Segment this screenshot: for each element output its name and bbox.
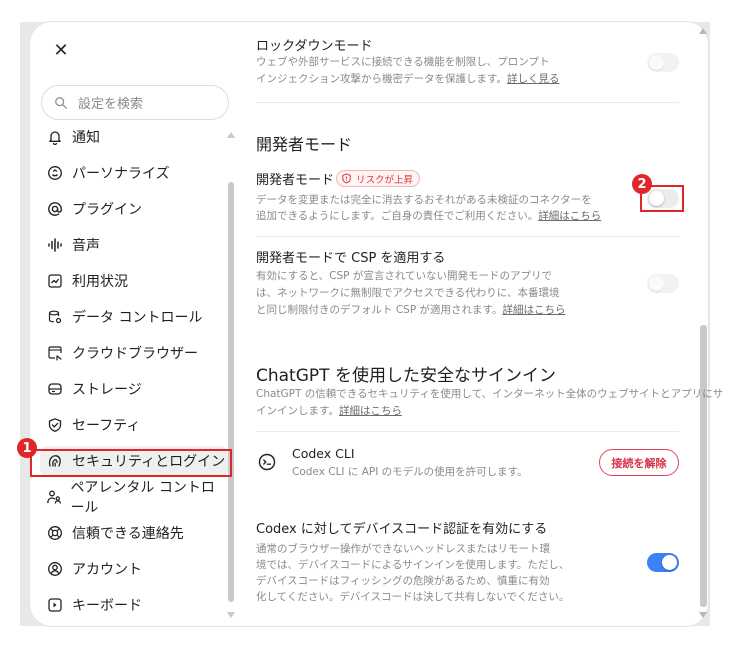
sidebar-item-label: 利用状況 <box>72 274 128 290</box>
sidebar-item-plugins[interactable]: プラグイン <box>40 194 228 224</box>
secure-signin-details-link[interactable]: 詳細はこちら <box>339 405 402 417</box>
sidebar-item-label: キーボード <box>72 598 142 614</box>
main-scroll-down-arrow[interactable] <box>699 612 707 618</box>
sidebar-item-label: アカウント <box>72 562 142 578</box>
divider <box>256 236 679 237</box>
sidebar-item-cloud-browser[interactable]: クラウドブラウザー <box>40 338 228 368</box>
dev-mode-desc-line2: 追加できるようにします。ご自身の責任でご利用ください。詳細はこちら <box>256 208 601 225</box>
device-code-desc-line1: 通常のブラウザー操作ができないヘッドレスまたはリモート環 <box>256 543 550 555</box>
dev-mode-desc-text: 追加できるようにします。ご自身の責任でご利用ください。 <box>256 210 539 222</box>
lockdown-toggle[interactable] <box>647 53 679 72</box>
annotation-badge-1: 1 <box>17 438 37 458</box>
toggle-knob <box>649 55 664 70</box>
secure-signin-desc-line2: インインします。詳細はこちら <box>256 403 402 420</box>
search-placeholder: 設定を検索 <box>78 97 144 112</box>
warning-shield-icon <box>341 173 352 184</box>
sidebar-item-parental-controls[interactable]: ペアレンタル コントロール <box>40 480 228 516</box>
codex-terminal-icon <box>258 453 276 471</box>
sidebar-item-label: 信頼できる連絡先 <box>72 526 184 542</box>
dev-csp-toggle[interactable] <box>647 274 679 293</box>
sidebar-item-trusted-contacts[interactable]: 信頼できる連絡先 <box>40 518 228 548</box>
divider <box>256 102 679 103</box>
storage-icon <box>46 380 64 398</box>
codex-cli-title: Codex CLI <box>292 446 355 461</box>
personalize-icon <box>46 164 64 182</box>
dev-csp-desc-text: と同じ制限付きのデフォルト CSP が適用されます。 <box>256 304 503 316</box>
dev-section-title: 開発者モード <box>256 135 353 154</box>
voice-icon <box>46 236 64 254</box>
data-control-icon <box>46 308 64 326</box>
sidebar-item-label: プラグイン <box>72 202 142 218</box>
search-input[interactable]: 設定を検索 <box>41 85 229 120</box>
sidebar-scroll-up-arrow[interactable] <box>227 132 235 138</box>
lockdown-desc-line2: インジェクション攻撃から機密データを保護します。詳しく見る <box>256 71 559 88</box>
sidebar-item-label: ストレージ <box>72 382 142 398</box>
sidebar-item-label: クラウドブラウザー <box>72 346 198 362</box>
dev-csp-desc-line3: と同じ制限付きのデフォルト CSP が適用されます。詳細はこちら <box>256 302 565 319</box>
sidebar-item-data-controls[interactable]: データ コントロール <box>40 302 228 332</box>
sidebar-item-label: 音声 <box>72 238 100 254</box>
sidebar-item-account[interactable]: アカウント <box>40 554 228 584</box>
account-icon <box>46 560 64 578</box>
dev-csp-desc-line2: は、ネットワークに無制限でアクセスできる代わりに、本番環境 <box>256 287 560 299</box>
close-button[interactable]: ✕ <box>52 42 70 60</box>
device-code-desc-line4: 化してください。デバイスコードは決して共有しないでください。 <box>256 591 570 603</box>
usage-chart-icon <box>46 272 64 290</box>
trusted-contact-icon <box>46 524 64 542</box>
dev-csp-desc-line1: 有効にすると、CSP が宣言されていない開発モードのアプリで <box>256 270 553 282</box>
sidebar-item-notifications[interactable]: 通知 <box>40 122 228 152</box>
dev-mode-desc-line1: データを変更または完全に消去するおそれがある未検証のコネクターを <box>256 194 592 206</box>
bell-icon <box>46 128 64 146</box>
secure-signin-title: ChatGPT を使用した安全なサインイン <box>256 366 556 386</box>
lockdown-learn-more-link[interactable]: 詳しく見る <box>507 73 560 85</box>
annotation-box-1 <box>30 449 232 477</box>
sidebar-item-storage[interactable]: ストレージ <box>40 374 228 404</box>
keyboard-icon <box>46 596 64 614</box>
shield-check-icon <box>46 416 64 434</box>
dev-mode-details-link[interactable]: 詳細はこちら <box>538 210 601 222</box>
risk-badge: リスクが上昇 <box>336 170 421 187</box>
lockdown-desc-line1: ウェブや外部サービスに接続できる機能を制限し、プロンプト <box>256 56 550 68</box>
main-scrollbar[interactable] <box>700 325 707 607</box>
dev-csp-details-link[interactable]: 詳細はこちら <box>502 304 565 316</box>
device-code-desc-line3: デバイスコードはフィッシングの危険があるため、慎重に有効 <box>256 575 550 587</box>
device-code-desc-line2: 境では、デバイスコードによるサインインを使用します。ただし、 <box>256 559 570 571</box>
device-code-title: Codex に対してデバイスコード認証を有効にする <box>256 522 548 537</box>
secure-signin-desc-text: インインします。 <box>256 405 339 417</box>
lockdown-desc-text: インジェクション攻撃から機密データを保護します。 <box>256 73 507 85</box>
toggle-knob <box>662 555 677 570</box>
sidebar-item-label: パーソナライズ <box>72 166 170 182</box>
cloud-browser-icon <box>46 344 64 362</box>
search-icon <box>55 96 67 109</box>
annotation-badge-2: 2 <box>632 174 652 194</box>
sidebar-item-keyboard[interactable]: キーボード <box>40 590 228 620</box>
dev-mode-title: 開発者モード <box>256 173 335 188</box>
divider <box>256 431 679 432</box>
disconnect-button[interactable]: 接続を解除 <box>599 449 679 476</box>
sidebar-item-label: ペアレンタル コントロール <box>70 480 215 516</box>
sidebar-item-safety[interactable]: セーフティ <box>40 410 228 440</box>
parental-icon <box>46 488 62 506</box>
sidebar-item-usage[interactable]: 利用状況 <box>40 266 228 296</box>
sidebar-item-label: 通知 <box>72 130 100 146</box>
sidebar-item-personalize[interactable]: パーソナライズ <box>40 158 228 188</box>
device-code-toggle[interactable] <box>647 553 679 572</box>
dev-csp-title: 開発者モードで CSP を適用する <box>256 251 446 266</box>
lockdown-title: ロックダウンモード <box>256 39 373 54</box>
risk-badge-label: リスクが上昇 <box>356 174 414 186</box>
at-icon <box>46 200 64 218</box>
sidebar-scroll-down-arrow[interactable] <box>227 612 235 618</box>
sidebar-item-voice[interactable]: 音声 <box>40 230 228 260</box>
sidebar-item-label: セーフティ <box>72 418 141 434</box>
toggle-knob <box>649 276 664 291</box>
sidebar-scrollbar[interactable] <box>228 182 234 602</box>
main-scroll-up-arrow[interactable] <box>699 28 707 34</box>
codex-cli-desc: Codex CLI に API のモデルの使用を許可します。 <box>292 466 528 478</box>
close-icon[interactable]: ✕ <box>53 40 68 61</box>
sidebar-item-label: データ コントロール <box>72 310 203 326</box>
secure-signin-desc-line1: ChatGPT の信頼できるセキュリティを使用して、インターネット全体のウェブサ… <box>256 388 724 400</box>
